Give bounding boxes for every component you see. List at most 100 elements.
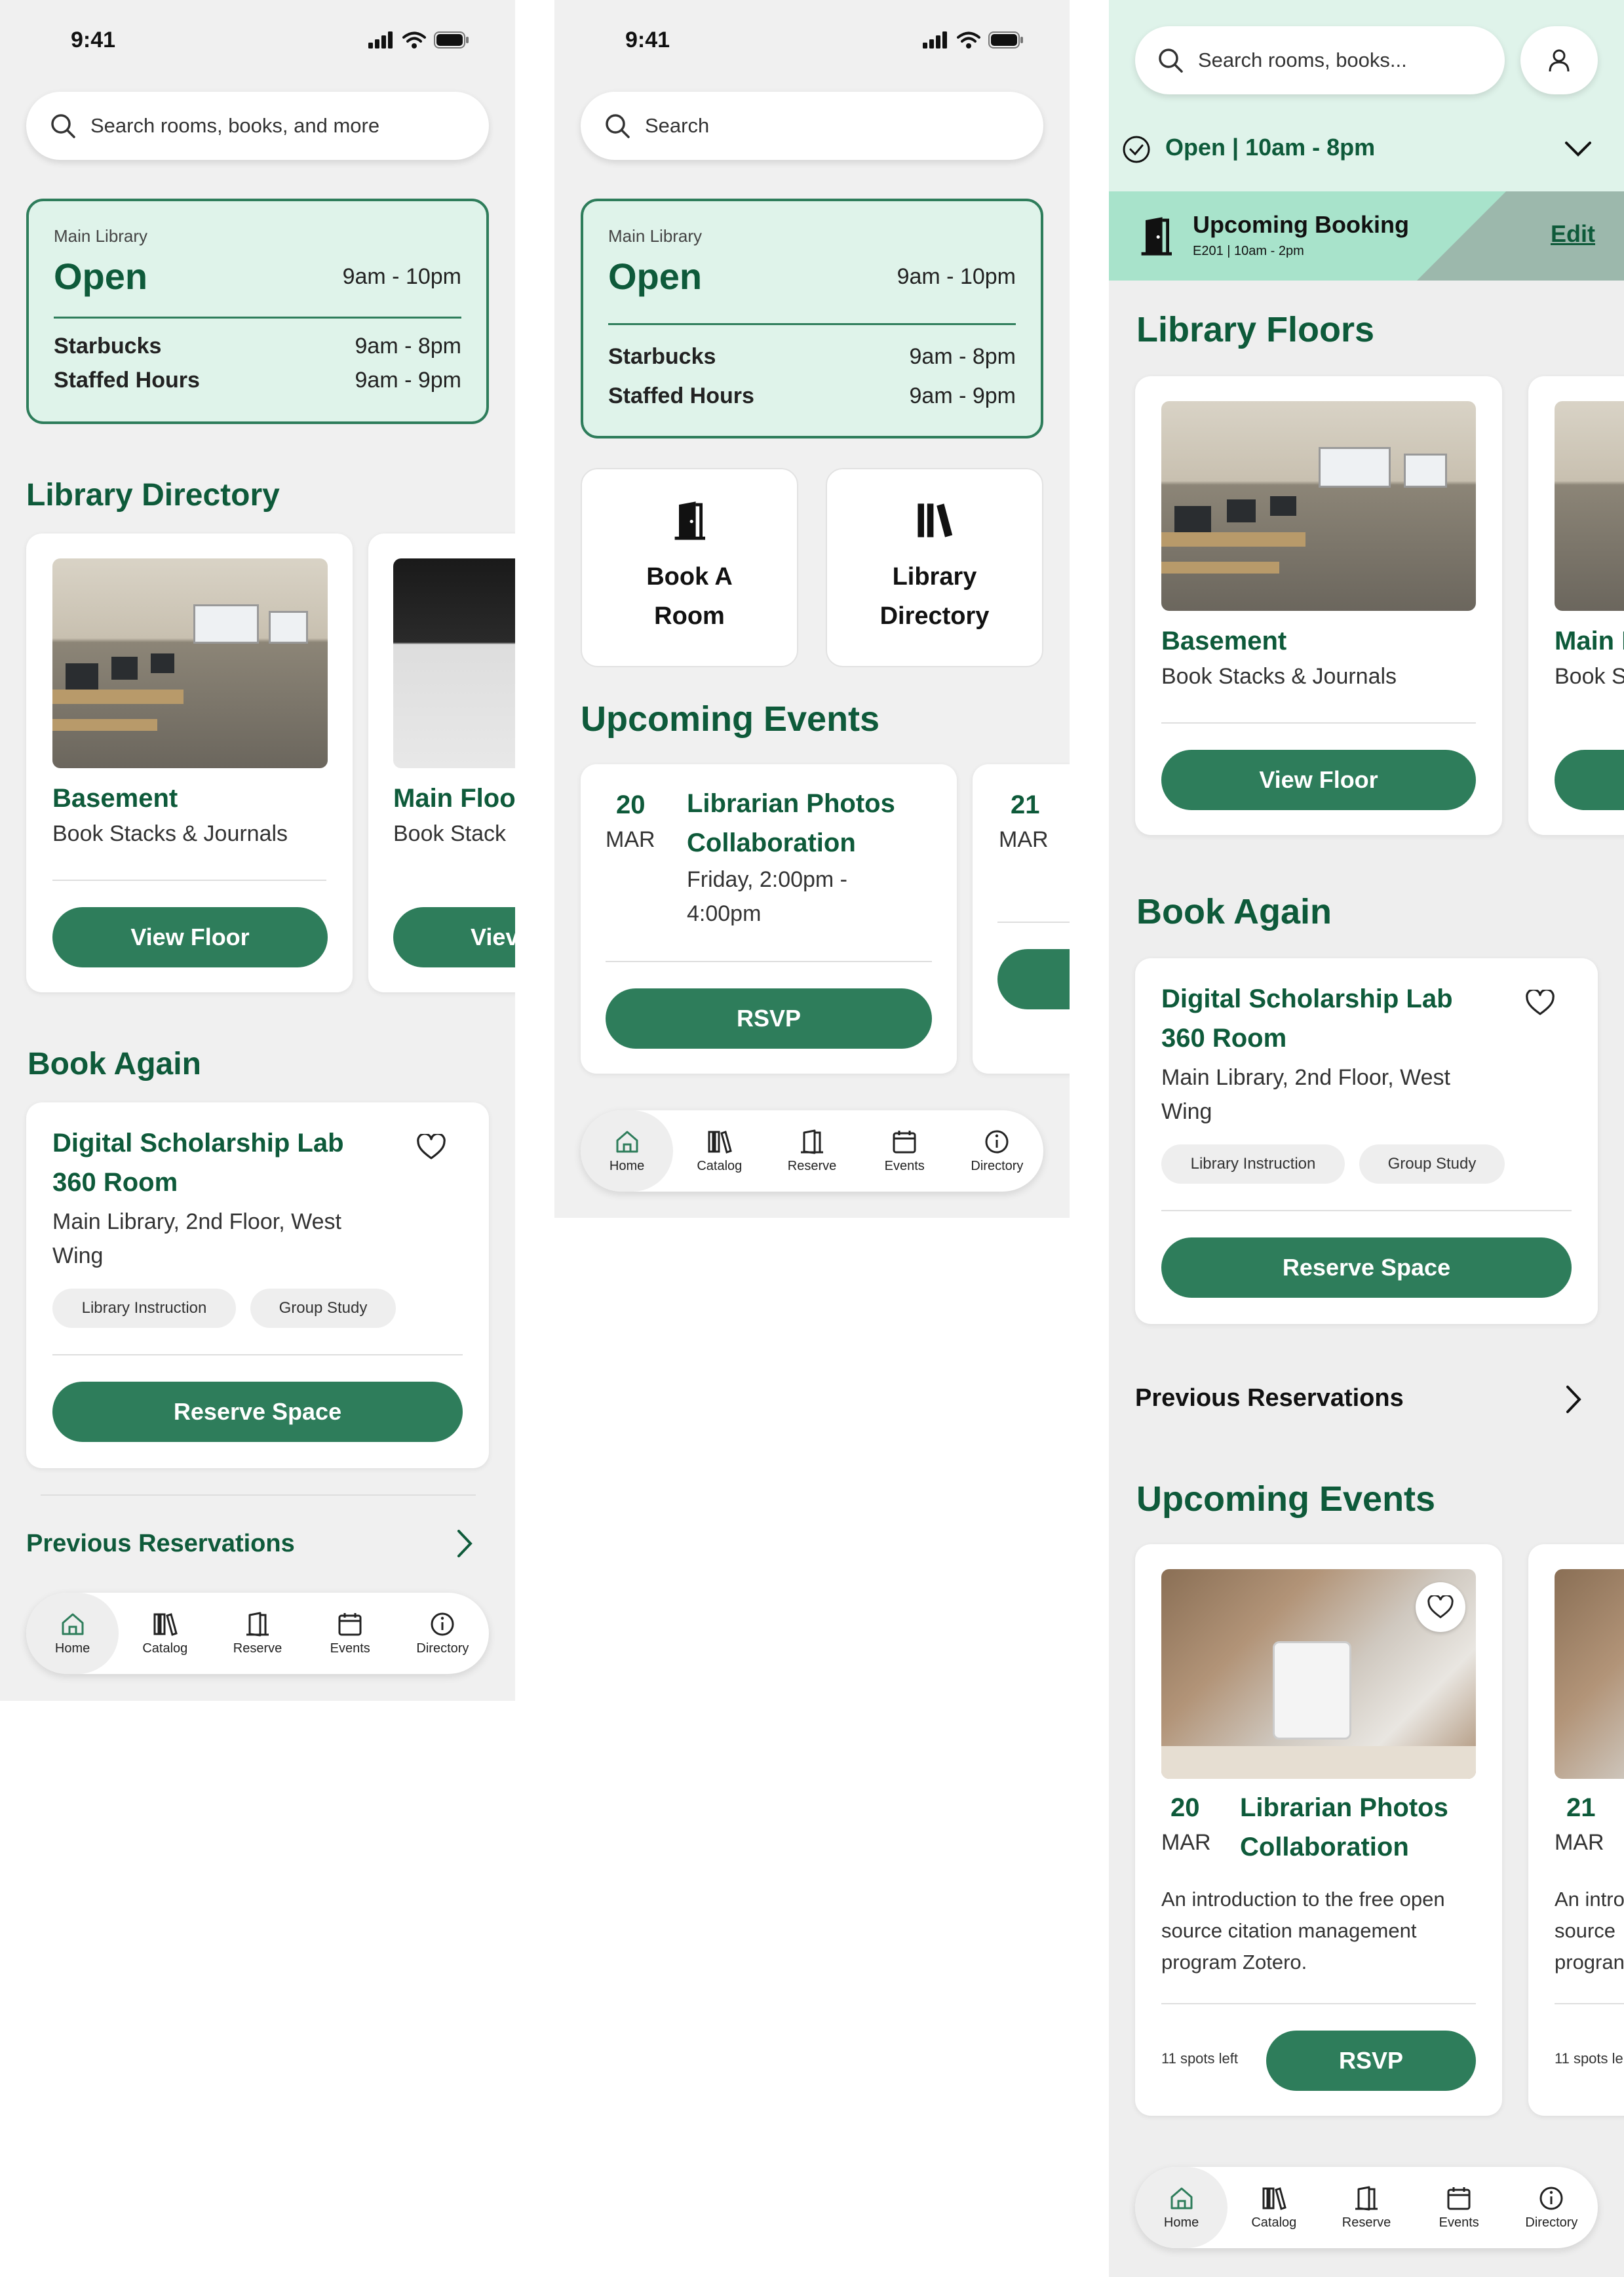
hours-card: Main Library Open 9am - 10pm Starbucks 9… [581, 199, 1043, 438]
floor-photo [52, 558, 328, 768]
event-card[interactable]: 20 MAR Librarian Photos Collaboration An … [1135, 1544, 1502, 2116]
event-day: 21 [1011, 790, 1040, 819]
event-title: Librarian Photos Collaboration [687, 789, 895, 857]
nav-home[interactable]: Home [1135, 2167, 1228, 2248]
nav-label: Reserve [787, 1158, 837, 1173]
search-placeholder: Search [645, 114, 710, 137]
door-icon [1355, 2186, 1378, 2210]
event-description: An intro source progran [1555, 1888, 1624, 1974]
reserve-space-button[interactable]: Reserve Space [1161, 1237, 1572, 1298]
search-bar[interactable]: Search rooms, books... [1135, 26, 1505, 94]
door-icon [246, 1612, 269, 1636]
door-icon [674, 501, 705, 540]
edit-booking-link[interactable]: Edit [1551, 220, 1595, 248]
view-floor-button[interactable]: Viev [393, 907, 515, 967]
upcoming-booking-banner[interactable]: Upcoming Booking E201 | 10am - 2pm Edit [1109, 191, 1624, 281]
nav-directory[interactable]: Directory [951, 1110, 1043, 1192]
card-divider [52, 1354, 463, 1355]
nav-catalog[interactable]: Catalog [673, 1110, 765, 1192]
nav-directory[interactable]: Directory [396, 1593, 489, 1674]
hours-row-value: 9am - 8pm [909, 344, 1016, 369]
spots-left: 11 spots le [1555, 2050, 1623, 2067]
nav-catalog[interactable]: Catalog [119, 1593, 211, 1674]
nav-events[interactable]: Events [859, 1110, 951, 1192]
wifi-icon [402, 31, 426, 49]
view-floor-button[interactable]: View Floor [52, 907, 328, 967]
previous-reservations-link[interactable]: Previous Reservations [26, 1530, 295, 1558]
status-time: 9:41 [625, 28, 670, 52]
nav-directory[interactable]: Directory [1505, 2167, 1598, 2248]
bottom-nav: Home Catalog Reserve Events Directory [1135, 2167, 1598, 2248]
room-location-line2: Wing [52, 1243, 104, 1268]
calendar-icon [1447, 2187, 1471, 2209]
floor-subtitle: Book Stacks & Journals [52, 821, 288, 846]
heart-icon[interactable] [417, 1134, 446, 1160]
floor-title: Main I [1555, 627, 1624, 655]
library-directory-tile[interactable]: Library Directory [826, 468, 1043, 667]
door-icon [1141, 217, 1172, 256]
nav-label: Events [884, 1158, 925, 1173]
tag-chip: Group Study [1359, 1144, 1505, 1184]
floor-card[interactable]: Main I Book S [1528, 376, 1624, 835]
event-card[interactable]: 20 MAR Librarian Photos Collaboration Fri… [581, 764, 957, 1074]
floor-subtitle: Book Stack [393, 821, 506, 846]
hours-location: Main Library [608, 226, 703, 246]
floor-photo [1161, 401, 1476, 611]
nav-catalog[interactable]: Catalog [1228, 2167, 1320, 2248]
chevron-right-icon[interactable] [456, 1528, 474, 1559]
screen-home-v3: Search rooms, books... Open | 10am - 8pm… [1109, 0, 1624, 2277]
search-bar[interactable]: Search rooms, books, and more [26, 92, 489, 160]
event-time: Friday, 2:00pm -4:00pm [687, 867, 848, 926]
room-card[interactable]: Digital Scholarship Lab 360 Room Main Li… [1135, 958, 1598, 1324]
section-title-book-again: Book Again [1136, 892, 1332, 931]
previous-reservations-link[interactable]: Previous Reservations [1135, 1384, 1404, 1412]
nav-events[interactable]: Events [1413, 2167, 1505, 2248]
user-icon [1549, 49, 1570, 72]
books-icon [153, 1612, 178, 1636]
search-icon [51, 114, 75, 138]
nav-events[interactable]: Events [304, 1593, 396, 1674]
rsvp-button[interactable] [997, 949, 1070, 1009]
card-divider [1161, 1210, 1572, 1211]
floor-card[interactable]: Main Floo Book Stack Viev [368, 534, 515, 992]
rsvp-button[interactable]: RSVP [606, 988, 932, 1049]
view-floor-button[interactable]: View Floor [1161, 750, 1476, 810]
nav-reserve[interactable]: Reserve [211, 1593, 303, 1674]
view-floor-button[interactable] [1555, 750, 1624, 810]
room-card[interactable]: Digital Scholarship Lab 360 Room Main Li… [26, 1102, 489, 1468]
chevron-down-icon[interactable] [1564, 139, 1593, 159]
floor-subtitle: Book Stacks & Journals [1161, 664, 1397, 689]
battery-icon [434, 31, 469, 49]
nav-reserve[interactable]: Reserve [1320, 2167, 1412, 2248]
reserve-space-button[interactable]: Reserve Space [52, 1382, 463, 1442]
nav-home[interactable]: Home [581, 1110, 674, 1192]
check-circle-icon [1123, 136, 1150, 163]
search-bar[interactable]: Search [581, 92, 1043, 160]
room-location: Main Library, 2nd Floor, West [52, 1209, 341, 1234]
nav-label: Home [54, 1641, 90, 1656]
hours-main: 9am - 10pm [342, 264, 461, 289]
profile-button[interactable] [1520, 26, 1598, 94]
rsvp-button[interactable]: RSVP [1266, 2031, 1476, 2091]
event-card[interactable]: 21 MAR [973, 764, 1070, 1074]
nav-label: Catalog [697, 1158, 743, 1173]
nav-reserve[interactable]: Reserve [765, 1110, 858, 1192]
event-card[interactable]: 21 MAR An intro source progran 11 spots le [1528, 1544, 1624, 2116]
booking-title: Upcoming Booking [1193, 211, 1409, 238]
floor-card[interactable]: Basement Book Stacks & Journals View Flo… [26, 534, 353, 992]
floor-card[interactable]: Basement Book Stacks & Journals View Flo… [1135, 376, 1502, 835]
heart-icon[interactable] [1526, 990, 1555, 1016]
door-icon [801, 1129, 823, 1154]
favorite-button[interactable] [1416, 1582, 1465, 1632]
event-month: MAR [606, 827, 655, 852]
chevron-right-icon[interactable] [1565, 1384, 1583, 1414]
section-title-floors: Library Floors [1136, 310, 1375, 349]
nav-home[interactable]: Home [26, 1593, 119, 1674]
card-divider [1161, 722, 1476, 724]
book-room-tile[interactable]: Book A Room [581, 468, 798, 667]
nav-label: Events [1439, 2215, 1479, 2230]
event-month: MAR [1555, 1830, 1604, 1855]
room-location: Main Library, 2nd Floor, West [1161, 1065, 1450, 1090]
section-title-events: Upcoming Events [581, 699, 880, 739]
bottom-nav: Home Catalog Reserve Events Directory [581, 1110, 1043, 1192]
